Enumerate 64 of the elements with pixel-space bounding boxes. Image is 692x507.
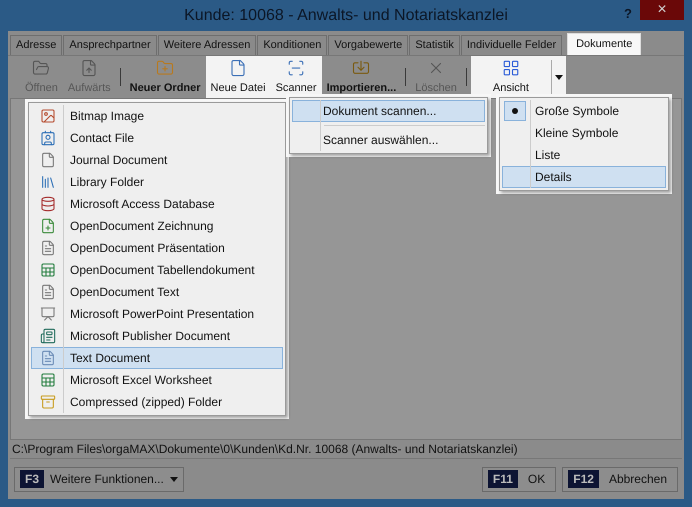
menu-item[interactable]: Text Document xyxy=(31,347,283,369)
spreadsheet-icon xyxy=(40,262,56,278)
menu-item[interactable]: Bitmap Image xyxy=(31,105,283,127)
text-document-icon xyxy=(40,350,56,366)
contact-card-icon xyxy=(40,130,56,146)
toolbar-button[interactable]: Scanner xyxy=(270,56,322,98)
window-title: Kunde: 10068 - Anwalts- und Notariatskanzlei xyxy=(184,6,508,26)
menu-item[interactable]: Microsoft Publisher Document xyxy=(31,325,283,347)
menu-item[interactable]: OpenDocument Tabellendokument xyxy=(31,259,283,281)
file-plus-icon xyxy=(40,218,56,234)
zip-folder-icon xyxy=(40,394,56,410)
document-icon xyxy=(40,240,56,256)
database-icon xyxy=(40,196,56,212)
dialog-button[interactable]: F11 OK xyxy=(482,466,556,492)
menu-item[interactable]: Microsoft Access Database xyxy=(31,193,283,215)
folder-plus-icon xyxy=(156,58,174,76)
menu-item[interactable]: Journal Document xyxy=(31,149,283,171)
file-icon xyxy=(229,58,248,76)
library-icon xyxy=(40,174,56,190)
menu-item[interactable]: Microsoft PowerPoint Presentation xyxy=(31,303,283,325)
menu-item[interactable]: OpenDocument Text xyxy=(31,281,283,303)
shortcut-key: F11 xyxy=(488,470,518,488)
tab[interactable]: Statistik xyxy=(409,35,460,55)
dialog-button[interactable]: F12 Abbrechen xyxy=(562,466,678,492)
tab[interactable]: Adresse xyxy=(10,35,62,55)
grid-icon xyxy=(502,58,520,76)
tab[interactable]: Konditionen xyxy=(257,35,328,55)
tab[interactable]: Weitere Adressen xyxy=(158,35,256,55)
menu-item[interactable]: Dokument scannen... xyxy=(292,100,485,122)
publisher-icon xyxy=(40,328,56,344)
menu-item[interactable]: Contact File xyxy=(31,127,283,149)
menu-item[interactable]: OpenDocument Zeichnung xyxy=(31,215,283,237)
menu-item[interactable]: Scanner auswählen... xyxy=(292,129,485,151)
shortcut-key: F12 xyxy=(568,470,599,488)
tab[interactable]: Dokumente xyxy=(567,33,642,55)
tab[interactable]: Individuelle Felder xyxy=(460,35,562,55)
menu-item[interactable]: Liste xyxy=(502,144,666,166)
presentation-icon xyxy=(40,306,56,322)
file-icon xyxy=(40,152,56,168)
caret-icon xyxy=(170,476,178,482)
close-button[interactable]: × xyxy=(640,0,684,20)
toolbar-button[interactable]: Neuer Ordner xyxy=(124,56,206,98)
folder-icon xyxy=(32,58,50,76)
caret-icon xyxy=(554,74,563,80)
scan-icon xyxy=(287,58,306,76)
menu-item[interactable]: Compressed (zipped) Folder xyxy=(31,391,283,413)
image-icon xyxy=(40,108,56,124)
path-bar: C:\Program Files\orgaMAX\Dokumente\0\Kunden\Kd.Nr. 10068 (Anwalts- und Notariatskanzlei) xyxy=(10,440,682,459)
shortcut-key: F3 xyxy=(20,470,44,488)
menu-item[interactable]: Kleine Symbole xyxy=(502,122,666,144)
menu-item[interactable]: Library Folder xyxy=(31,171,283,193)
spreadsheet-icon xyxy=(40,372,56,388)
toolbar-button[interactable]: Importieren... xyxy=(322,56,402,98)
upload-icon xyxy=(80,58,98,76)
document-icon xyxy=(40,284,56,300)
menu-item[interactable]: Details xyxy=(502,166,666,188)
more-functions-button[interactable]: F3 Weitere Funktionen... xyxy=(14,466,184,492)
menu-item[interactable]: Große Symbole xyxy=(502,100,666,122)
import-icon xyxy=(352,58,370,76)
menu-item[interactable]: OpenDocument Präsentation xyxy=(31,237,283,259)
tab[interactable]: Ansprechpartner xyxy=(63,35,157,55)
menu-item[interactable]: Microsoft Excel Worksheet xyxy=(31,369,283,391)
toolbar-button[interactable]: Neue Datei xyxy=(206,56,271,98)
tab[interactable]: Vorgabewerte xyxy=(328,35,408,55)
